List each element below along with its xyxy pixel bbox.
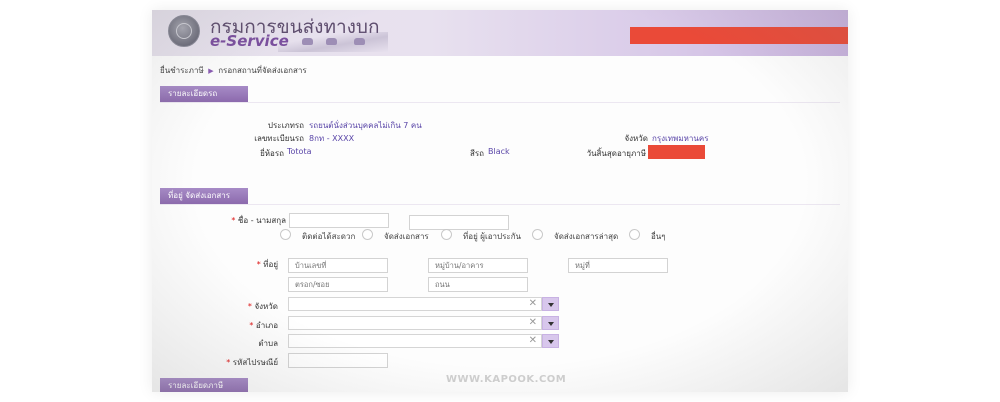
required-mark: * — [247, 302, 252, 311]
soi-input[interactable] — [288, 277, 388, 292]
radio-circle-icon — [441, 229, 452, 240]
district-select-label: * อำเภอ — [249, 319, 278, 332]
radio-circle-icon — [362, 229, 373, 240]
radio-circle-icon — [280, 229, 291, 240]
watermark-text: WWW.KAPOOK.COM — [446, 374, 567, 385]
district-select[interactable]: ✕ — [288, 316, 559, 330]
chevron-down-icon[interactable] — [542, 316, 559, 330]
vehicle-type-value: รถยนต์นั่งส่วนบุคคลไม่เกิน 7 คน — [309, 121, 422, 130]
first-name-input[interactable] — [289, 213, 389, 228]
province-label: จังหวัด — [624, 134, 648, 143]
house-number-input[interactable] — [288, 258, 388, 273]
eservice-window: กรมการขนส่งทางบก e-Service ยื่นชำระภาษี … — [152, 10, 848, 392]
brand-label: ยี่ห้อรถ — [260, 149, 284, 158]
car-icon — [302, 38, 313, 45]
clear-icon[interactable]: ✕ — [529, 335, 537, 347]
required-mark: * — [231, 216, 236, 225]
required-mark: * — [249, 321, 254, 330]
village-building-input[interactable] — [428, 258, 528, 273]
divider — [160, 102, 840, 103]
clear-icon[interactable]: ✕ — [529, 298, 537, 310]
brand-subtitle: e-Service — [210, 32, 289, 50]
postcode-label: * รหัสไปรษณีย์ — [226, 356, 278, 369]
subdistrict-select-label: ตำบล — [258, 339, 278, 348]
district-select-label-text: อำเภอ — [255, 321, 278, 330]
province-value: กรุงเทพมหานคร — [652, 134, 709, 143]
postcode-input[interactable] — [288, 353, 388, 368]
name-label: * ชื่อ - นามสกุล — [231, 214, 286, 227]
address-label-text: ที่อยู่ — [263, 260, 278, 269]
subdistrict-select[interactable]: ✕ — [288, 334, 559, 348]
redacted-user-info — [630, 27, 848, 44]
moo-input[interactable] — [568, 258, 668, 273]
clear-icon[interactable]: ✕ — [529, 317, 537, 329]
radio-label: อื่นๆ — [651, 232, 666, 241]
brand-value: Totota — [287, 147, 312, 156]
vehicle-type-label: ประเภทรถ — [267, 121, 304, 130]
section-address-header: ที่อยู่ จัดส่งเอกสาร — [160, 188, 248, 204]
province-select[interactable]: ✕ — [288, 297, 559, 311]
chevron-down-icon[interactable] — [542, 297, 559, 311]
dlt-seal-logo — [168, 15, 200, 47]
province-select-label-text: จังหวัด — [254, 302, 278, 311]
required-mark: * — [226, 358, 231, 367]
last-name-input[interactable] — [409, 215, 509, 230]
car-icon — [354, 38, 365, 45]
radio-label: ที่อยู่ ผู้เอาประกัน — [463, 232, 522, 241]
province-select-label: * จังหวัด — [248, 300, 278, 313]
postcode-label-text: รหัสไปรษณีย์ — [232, 358, 278, 367]
road-input[interactable] — [428, 277, 528, 292]
plate-label: เลขทะเบียนรถ — [254, 134, 304, 143]
radio-label: จัดส่งเอกสาร — [384, 232, 429, 241]
divider — [160, 204, 840, 205]
color-value: Black — [488, 147, 510, 156]
color-label: สีรถ — [469, 149, 484, 158]
breadcrumb-current: กรอกสถานที่จัดส่งเอกสาร — [218, 66, 307, 75]
chevron-down-icon[interactable] — [542, 334, 559, 348]
breadcrumb: ยื่นชำระภาษี ▶ กรอกสถานที่จัดส่งเอกสาร — [160, 64, 307, 77]
radio-label: จัดส่งเอกสารล่าสุด — [554, 232, 619, 241]
name-label-text: ชื่อ - นามสกุล — [237, 216, 286, 225]
site-header: กรมการขนส่งทางบก e-Service — [152, 10, 848, 56]
plate-value: 8กท - XXXX — [309, 134, 355, 143]
tax-expiry-label: วันสิ้นสุดอายุภาษี — [586, 149, 646, 158]
radio-circle-icon — [629, 229, 640, 240]
section-vehicle-header: รายละเอียดรถ — [160, 86, 248, 102]
address-label: * ที่อยู่ — [257, 258, 278, 271]
car-icon — [326, 38, 337, 45]
redacted-expiry-date — [648, 145, 705, 159]
radio-label: ติดต่อได้สะดวก — [302, 232, 356, 241]
breadcrumb-separator-icon: ▶ — [208, 67, 214, 75]
radio-circle-icon — [532, 229, 543, 240]
section-tax-header: รายละเอียดภาษี — [160, 378, 248, 392]
required-mark: * — [256, 260, 261, 269]
breadcrumb-root[interactable]: ยื่นชำระภาษี — [160, 66, 204, 75]
